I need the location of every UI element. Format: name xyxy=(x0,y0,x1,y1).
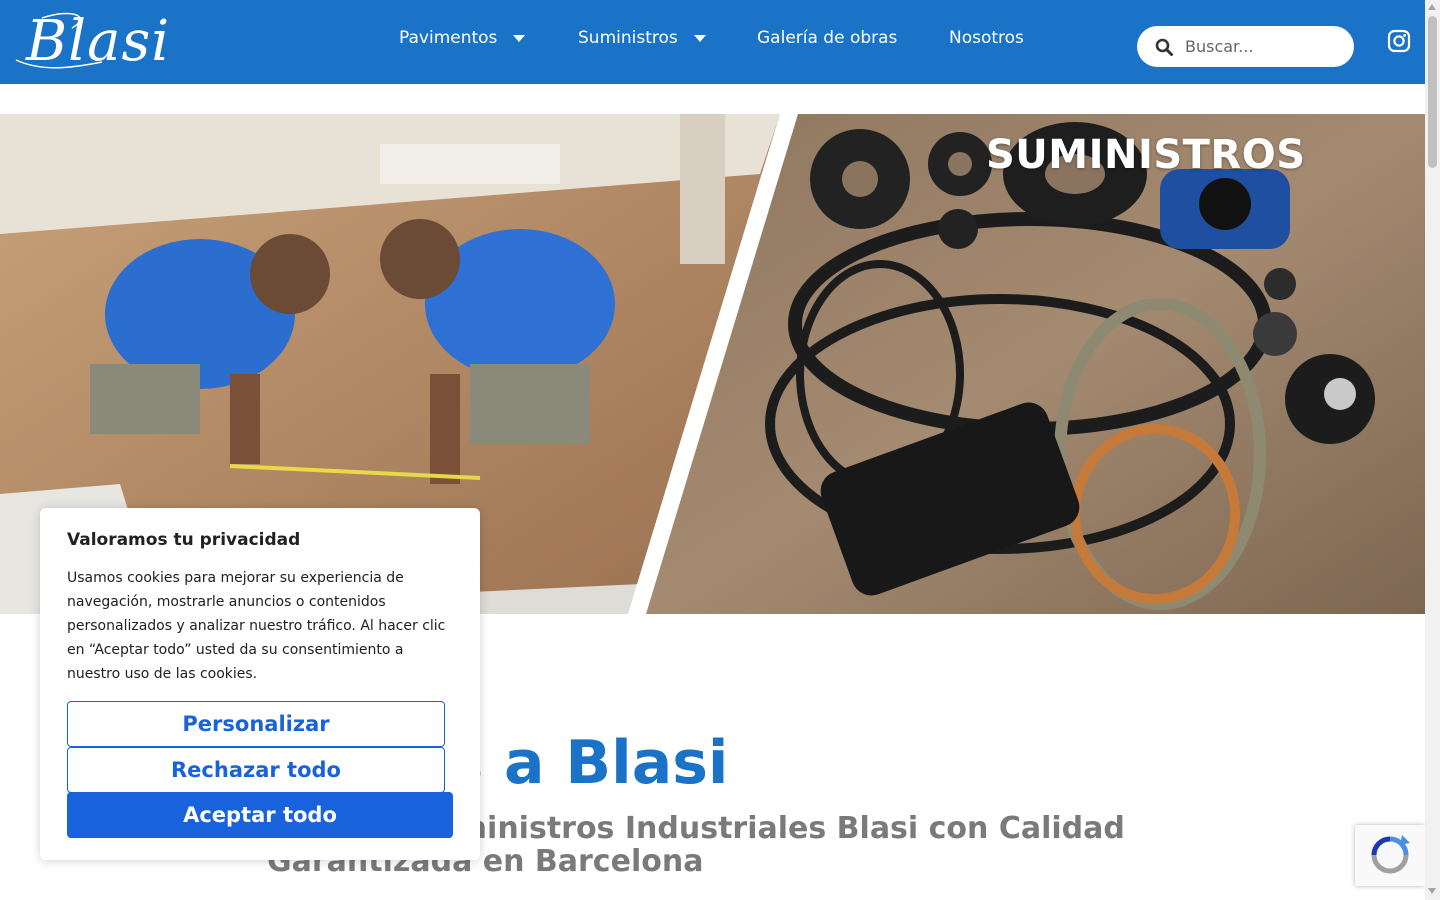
nav-item-pavimentos[interactable]: Pavimentos xyxy=(399,28,526,48)
nav-label: Pavimentos xyxy=(399,28,498,48)
customize-button[interactable]: Personalizar xyxy=(67,701,445,747)
site-header: Blasi Pavimentos Suministros Galería de … xyxy=(0,0,1425,84)
nav-item-nosotros[interactable]: Nosotros xyxy=(949,28,1024,48)
scrollbar-thumb[interactable] xyxy=(1428,16,1437,168)
nav-label: Suministros xyxy=(578,28,678,48)
search-icon[interactable] xyxy=(1155,38,1173,56)
cookie-title: Valoramos tu privacidad xyxy=(67,530,301,550)
page-scrollbar[interactable] xyxy=(1425,0,1440,900)
search-input[interactable] xyxy=(1185,37,1345,56)
recaptcha-badge[interactable] xyxy=(1355,825,1425,886)
recaptcha-icon xyxy=(1371,835,1410,874)
nav-label: Nosotros xyxy=(949,28,1024,48)
cookie-body: Usamos cookies para mejorar su experienc… xyxy=(67,570,446,682)
chevron-down-icon xyxy=(693,34,706,42)
nav-label: Galería de obras xyxy=(757,28,898,48)
hero-title: SUMINISTROS xyxy=(986,132,1306,178)
logo-text: Blasi xyxy=(26,9,171,74)
instagram-icon[interactable] xyxy=(1387,29,1411,53)
search-box[interactable] xyxy=(1137,26,1354,67)
accept-all-button[interactable]: Aceptar todo xyxy=(67,792,453,838)
reject-all-button[interactable]: Rechazar todo xyxy=(67,747,445,793)
scroll-up-icon[interactable] xyxy=(1428,4,1436,10)
chevron-down-icon xyxy=(513,34,526,42)
nav-item-suministros[interactable]: Suministros xyxy=(578,28,706,48)
nav-item-galeria[interactable]: Galería de obras xyxy=(757,28,897,48)
scroll-down-icon[interactable] xyxy=(1428,888,1436,894)
cookie-consent-banner: Valoramos tu privacidad Usamos cookies p… xyxy=(40,508,480,860)
logo[interactable]: Blasi xyxy=(12,10,180,74)
